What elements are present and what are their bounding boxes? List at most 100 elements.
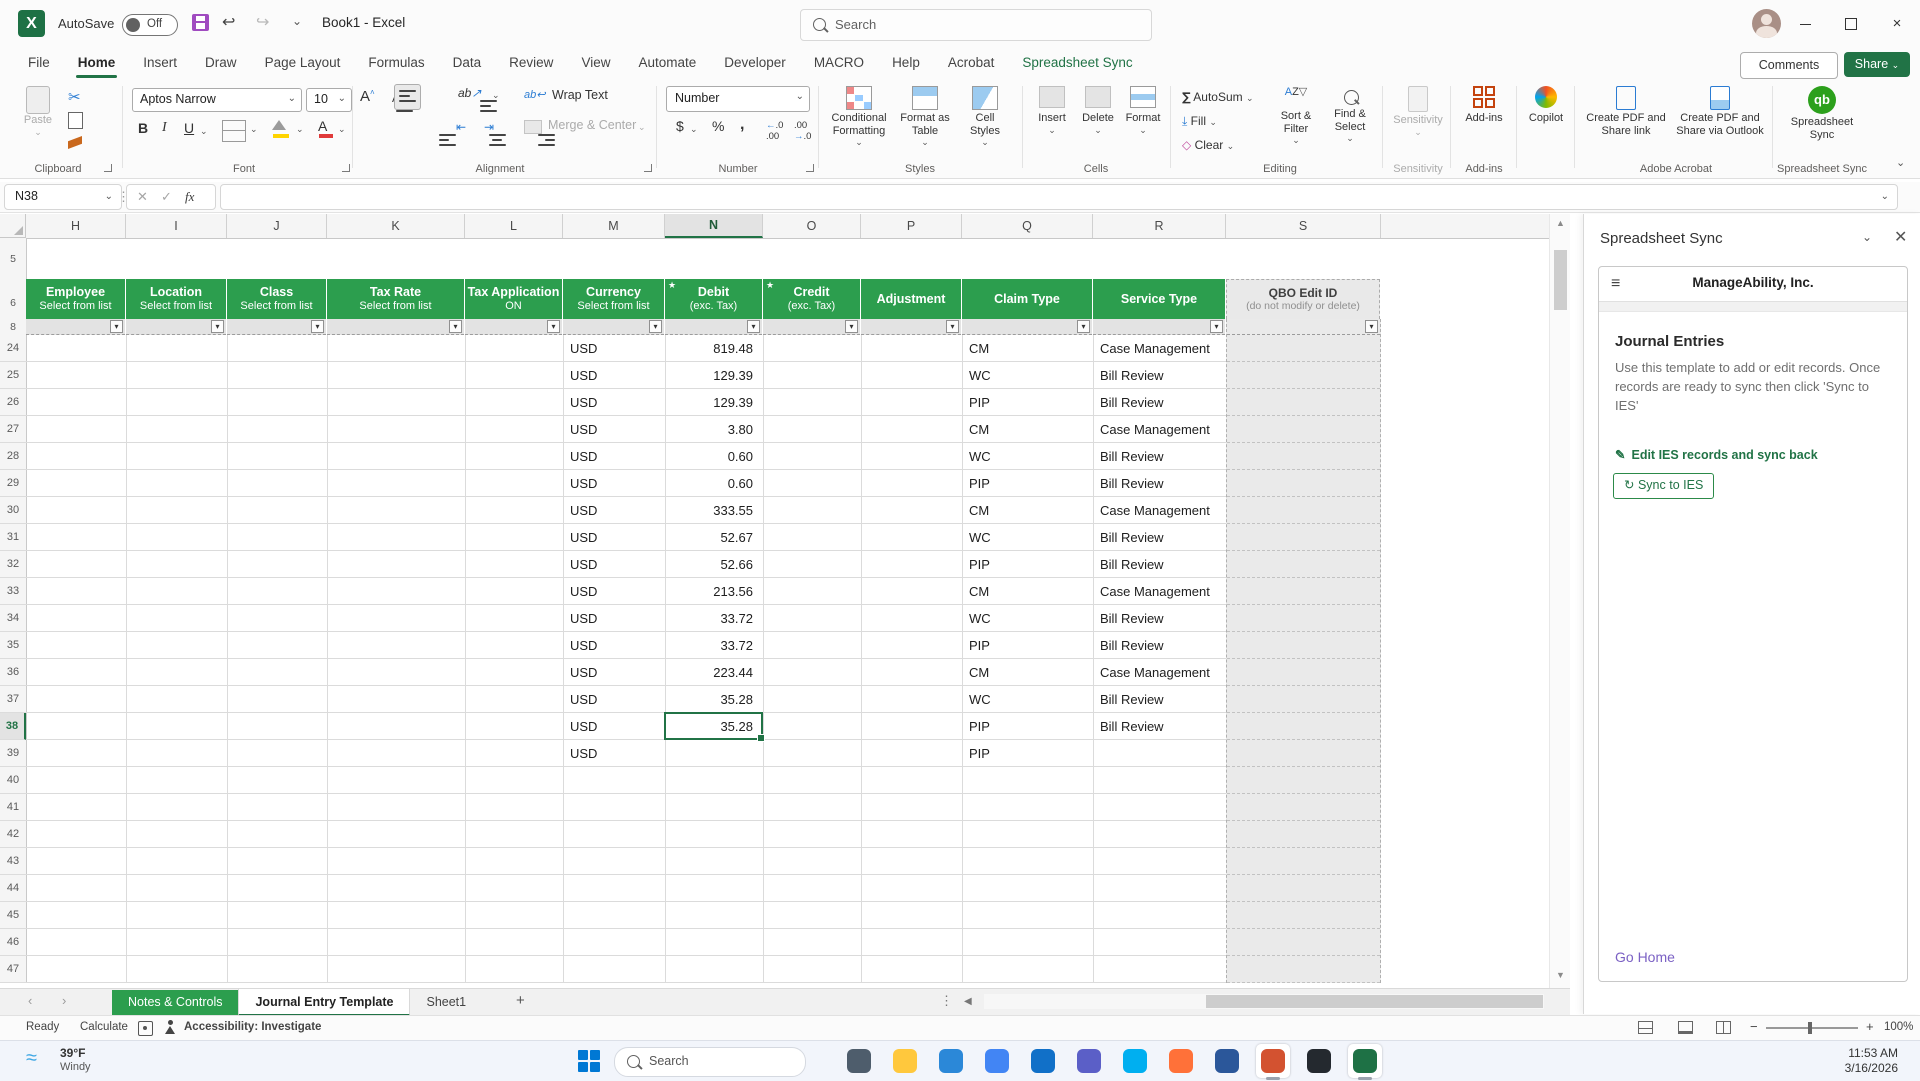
row-header-44[interactable]: 44	[0, 875, 26, 902]
cell-claim-type-34[interactable]: WC	[969, 605, 991, 632]
macro-record-icon[interactable]	[138, 1021, 153, 1036]
row-header-24[interactable]: 24	[0, 335, 26, 362]
row-header-5[interactable]: 5	[0, 239, 26, 279]
template-column-header-class[interactable]: ClassSelect from list	[227, 279, 326, 319]
increase-font-icon[interactable]: A˄	[360, 88, 375, 105]
cell-currency-36[interactable]: USD	[570, 659, 597, 686]
cell-debit-26[interactable]: 129.39	[669, 389, 753, 416]
column-header-o[interactable]: O	[763, 214, 861, 238]
borders-icon[interactable]	[222, 120, 246, 142]
template-column-header-claim-type[interactable]: Claim Type	[962, 279, 1092, 319]
quick-access-chevron-icon[interactable]: ⌄	[292, 14, 302, 28]
column-header-q[interactable]: Q	[962, 214, 1093, 238]
row-header-43[interactable]: 43	[0, 848, 26, 875]
powerpoint-icon[interactable]	[1256, 1044, 1290, 1078]
cell-claim-type-33[interactable]: CM	[969, 578, 989, 605]
search-input[interactable]: Search	[800, 9, 1152, 41]
cell-claim-type-30[interactable]: CM	[969, 497, 989, 524]
accounting-chevron-icon[interactable]: ⌄	[690, 124, 698, 135]
status-calculate[interactable]: Calculate	[80, 1021, 128, 1033]
template-column-header-adjustment[interactable]: Adjustment	[861, 279, 961, 319]
ribbon-tab-spreadsheet-sync[interactable]: Spreadsheet Sync	[1008, 48, 1146, 80]
weather-condition[interactable]: Windy	[60, 1061, 91, 1073]
cell-currency-38[interactable]: USD	[570, 713, 597, 740]
filter-dropdown-icon[interactable]: ▾	[311, 320, 324, 333]
font-color-chevron-icon[interactable]: ⌄	[338, 124, 346, 135]
cell-currency-33[interactable]: USD	[570, 578, 597, 605]
cell-currency-24[interactable]: USD	[570, 335, 597, 362]
paste-button[interactable]: Paste⌄	[16, 86, 60, 137]
cell-service-type-33[interactable]: Case Management	[1100, 578, 1210, 605]
cell-currency-26[interactable]: USD	[570, 389, 597, 416]
column-header-n[interactable]: N	[665, 214, 763, 238]
cell-claim-type-28[interactable]: WC	[969, 443, 991, 470]
excel-icon[interactable]	[1348, 1044, 1382, 1078]
filter-dropdown-icon[interactable]: ▾	[1365, 320, 1378, 333]
underline-chevron-icon[interactable]: ⌄	[200, 126, 208, 137]
column-header-j[interactable]: J	[227, 214, 327, 238]
template-column-header-employee[interactable]: EmployeeSelect from list	[26, 279, 125, 319]
cell-service-type-28[interactable]: Bill Review	[1100, 443, 1164, 470]
cell-debit-31[interactable]: 52.67	[669, 524, 753, 551]
row-header-32[interactable]: 32	[0, 551, 26, 578]
share-button[interactable]: Share ⌄	[1844, 52, 1910, 77]
cell-service-type-31[interactable]: Bill Review	[1100, 524, 1164, 551]
cell-service-type-24[interactable]: Case Management	[1100, 335, 1210, 362]
maximize-button[interactable]	[1828, 0, 1874, 48]
alignment-dialog-launcher-icon[interactable]	[644, 164, 652, 172]
align-bottom-icon[interactable]	[480, 100, 497, 112]
cell-debit-36[interactable]: 223.44	[669, 659, 753, 686]
row-header-41[interactable]: 41	[0, 794, 26, 821]
template-column-header-currency[interactable]: CurrencySelect from list	[563, 279, 664, 319]
cell-styles-button[interactable]: Cell Styles⌄	[960, 86, 1010, 148]
ribbon-tab-macro[interactable]: MACRO	[800, 48, 878, 80]
comma-style-icon[interactable]: ,	[740, 116, 744, 134]
ribbon-tab-draw[interactable]: Draw	[191, 48, 251, 80]
align-right-icon[interactable]	[538, 134, 555, 146]
cell-debit-28[interactable]: 0.60	[669, 443, 753, 470]
scroll-down-icon[interactable]: ▼	[1550, 970, 1571, 980]
cell-currency-34[interactable]: USD	[570, 605, 597, 632]
edit-ies-link[interactable]: ✎Edit IES records and sync back	[1615, 447, 1818, 462]
ribbon-tab-formulas[interactable]: Formulas	[354, 48, 438, 80]
row-header-31[interactable]: 31	[0, 524, 26, 551]
increase-indent-icon[interactable]: ⇥	[484, 120, 494, 134]
conditional-formatting-button[interactable]: Conditional Formatting⌄	[828, 86, 890, 148]
chrome-icon[interactable]	[980, 1044, 1014, 1078]
cell-currency-29[interactable]: USD	[570, 470, 597, 497]
cell-currency-30[interactable]: USD	[570, 497, 597, 524]
filter-dropdown-icon[interactable]: ▾	[449, 320, 462, 333]
template-column-header-location[interactable]: LocationSelect from list	[126, 279, 226, 319]
merge-center-button[interactable]: Merge & Center	[548, 118, 636, 132]
ribbon-tab-file[interactable]: File	[14, 48, 64, 80]
accessibility-status[interactable]: Accessibility: Investigate	[184, 1021, 321, 1033]
prev-sheet-icon[interactable]: ‹	[28, 993, 32, 1008]
template-column-header-tax-application[interactable]: Tax ApplicationON	[465, 279, 562, 319]
template-column-header-qbo-edit-id[interactable]: QBO Edit ID(do not modify or delete)	[1226, 279, 1380, 319]
ribbon-tab-insert[interactable]: Insert	[129, 48, 191, 80]
column-header-h[interactable]: H	[26, 214, 126, 238]
hscroll-left-icon[interactable]: ◀	[964, 996, 972, 1007]
ribbon-tab-review[interactable]: Review	[495, 48, 567, 80]
cell-debit-25[interactable]: 129.39	[669, 362, 753, 389]
column-header-m[interactable]: M	[563, 214, 665, 238]
horizontal-scroll-thumb[interactable]	[1206, 995, 1543, 1008]
cell-debit-24[interactable]: 819.48	[669, 335, 753, 362]
zoom-slider-thumb[interactable]	[1808, 1022, 1812, 1034]
cancel-formula-icon[interactable]: ✕	[137, 185, 148, 208]
weather-icon[interactable]: ≈	[26, 1047, 37, 1070]
filter-dropdown-icon[interactable]: ▾	[946, 320, 959, 333]
increase-decimal-icon[interactable]: ←.0.00	[766, 120, 783, 142]
cell-service-type-35[interactable]: Bill Review	[1100, 632, 1164, 659]
borders-chevron-icon[interactable]: ⌄	[250, 124, 258, 135]
row-header-30[interactable]: 30	[0, 497, 26, 524]
sheet-tab-journal-entry-template[interactable]: Journal Entry Template	[238, 989, 410, 1016]
format-as-table-button[interactable]: Format as Table⌄	[896, 86, 954, 148]
row-header-25[interactable]: 25	[0, 362, 26, 389]
row-header-39[interactable]: 39	[0, 740, 26, 767]
cell-service-type-36[interactable]: Case Management	[1100, 659, 1210, 686]
orientation-icon[interactable]: ab↗	[458, 86, 481, 100]
pane-resize-gutter[interactable]	[1570, 214, 1583, 988]
font-name-select[interactable]: Aptos Narrow⌄	[132, 88, 302, 112]
row-header-28[interactable]: 28	[0, 443, 26, 470]
